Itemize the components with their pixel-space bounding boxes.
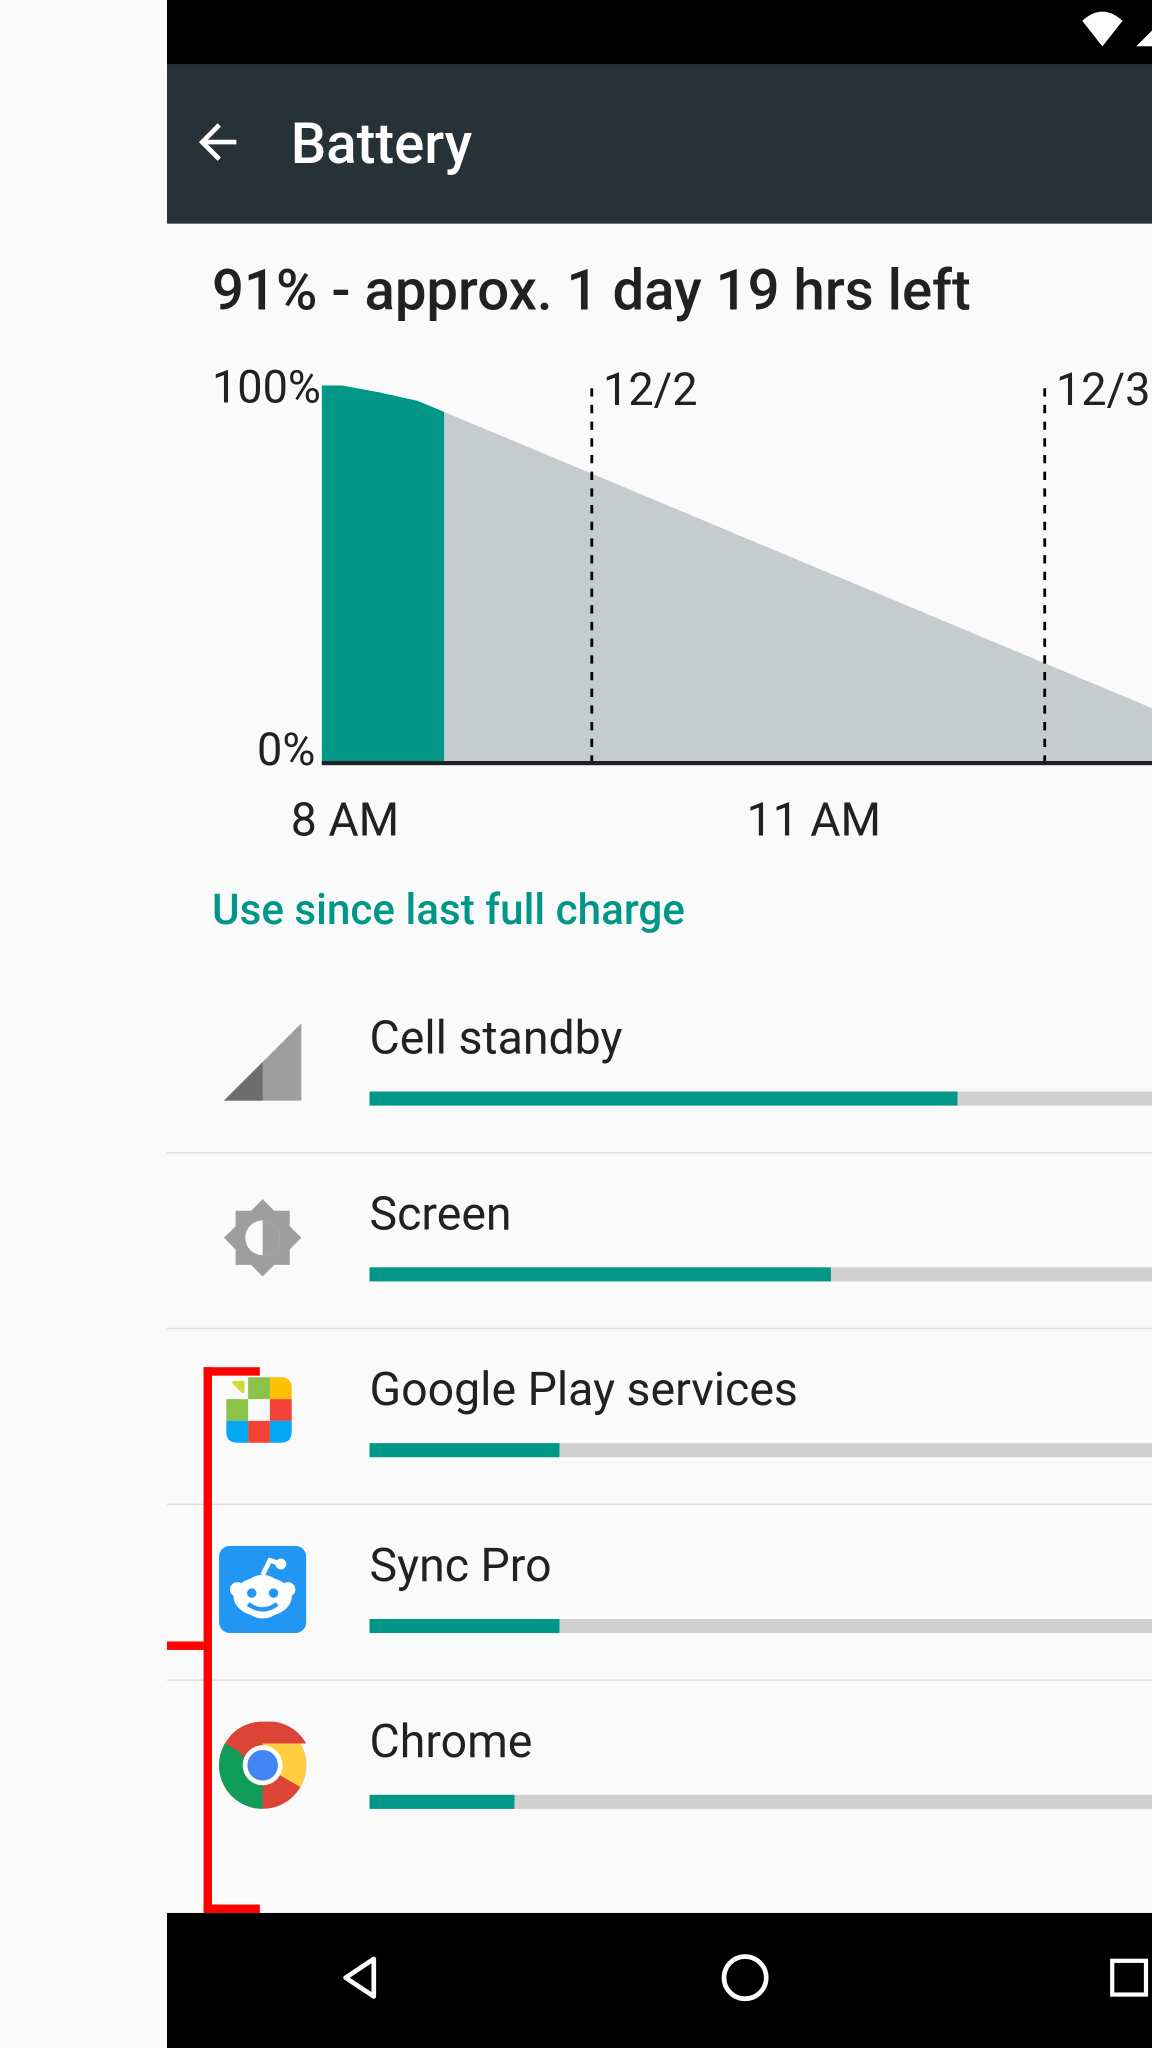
usage-row-google-play-services[interactable]: Google Play services 8% xyxy=(167,1329,1152,1505)
usage-row-sync-pro[interactable]: Sync Pro 8% xyxy=(167,1505,1152,1681)
usage-bar xyxy=(369,1443,1152,1457)
x-tick-1: 8 AM xyxy=(290,793,398,848)
google-play-services-icon xyxy=(212,1363,313,1464)
y-axis-min: 0% xyxy=(257,723,315,776)
content: 91% - approx. 1 day 19 hrs left 100% 0% … xyxy=(167,224,1152,1816)
cellular-signal-icon xyxy=(1136,8,1152,57)
usage-name: Sync Pro xyxy=(369,1539,551,1594)
page-title: Battery xyxy=(290,111,1135,177)
usage-bar xyxy=(369,1267,1152,1281)
usage-bar xyxy=(369,1619,1152,1633)
usage-row-screen[interactable]: Screen 20% xyxy=(167,1153,1152,1329)
battery-chart[interactable]: 100% 0% 12/2 12/3 8 AM 11 AM 12 PM xyxy=(212,352,1152,844)
usage-row-chrome[interactable]: Chrome 6% xyxy=(167,1681,1152,1816)
section-header: Use since last full charge xyxy=(212,886,1152,935)
chrome-icon xyxy=(212,1715,313,1816)
x-tick-2: 11 AM xyxy=(746,793,881,848)
nav-back-icon[interactable] xyxy=(331,1950,387,2012)
usage-bar xyxy=(369,1092,1152,1106)
usage-name: Cell standby xyxy=(369,1011,622,1066)
wifi-icon xyxy=(1080,8,1125,57)
app-bar: Battery xyxy=(167,65,1152,224)
back-arrow-icon[interactable] xyxy=(189,113,245,175)
battery-summary: 91% - approx. 1 day 19 hrs left xyxy=(212,257,1152,323)
usage-row-cell-standby[interactable]: Cell standby 25% xyxy=(167,978,1152,1154)
nav-recent-icon[interactable] xyxy=(1103,1952,1152,2008)
usage-name: Screen xyxy=(369,1187,511,1242)
usage-bar xyxy=(369,1795,1152,1809)
android-nav-bar xyxy=(167,1913,1152,2048)
cell-signal-icon xyxy=(212,1011,313,1112)
brightness-icon xyxy=(212,1187,313,1288)
reddit-icon xyxy=(212,1539,313,1640)
usage-name: Google Play services xyxy=(369,1363,797,1418)
nav-home-icon[interactable] xyxy=(717,1950,773,2012)
usage-name: Chrome xyxy=(369,1715,532,1770)
status-bar: 91 4:07 xyxy=(167,0,1152,65)
y-axis-max: 100% xyxy=(212,360,321,413)
